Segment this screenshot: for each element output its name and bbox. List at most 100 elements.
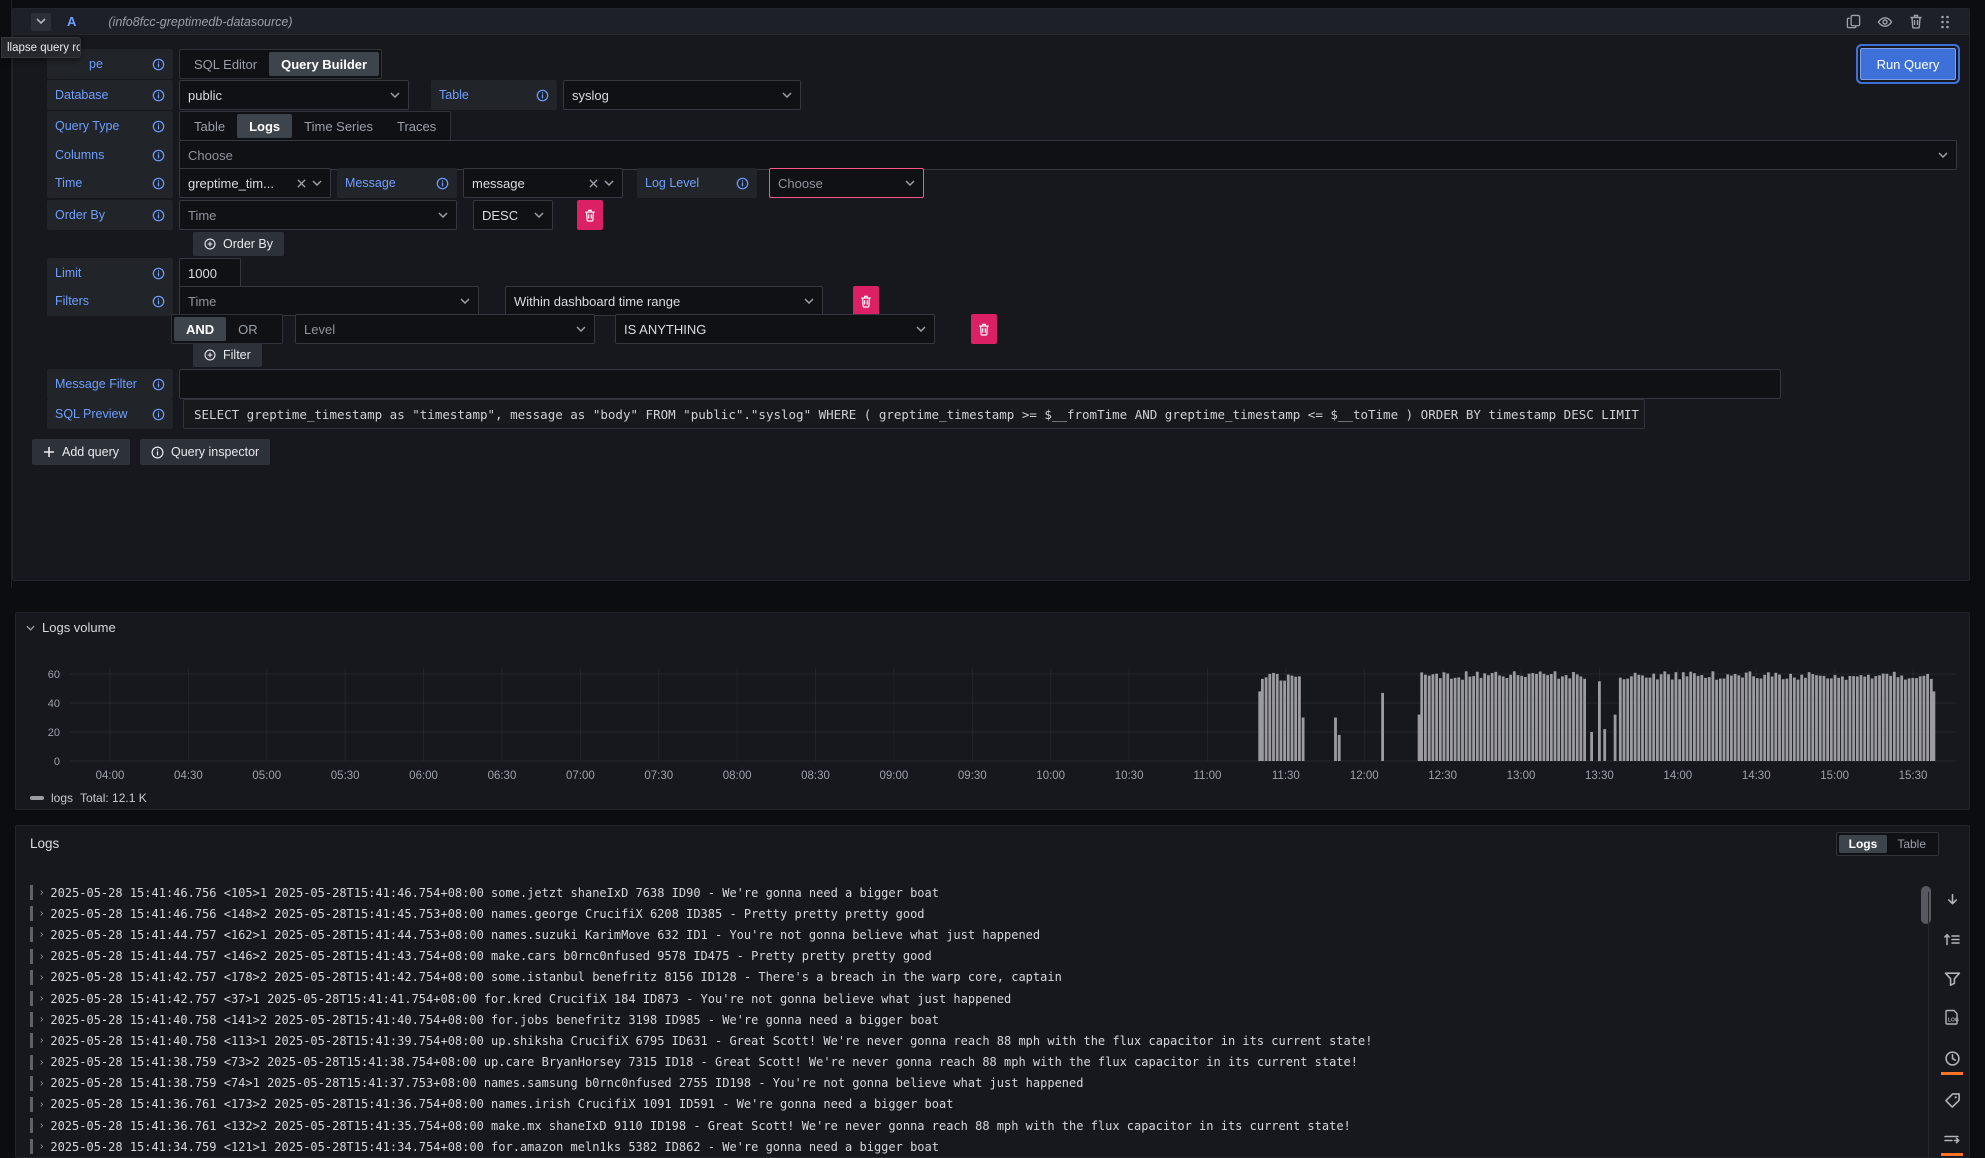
add-query-button[interactable]: Add query (32, 439, 130, 465)
tag-icon[interactable] (1941, 1092, 1963, 1114)
hide-response-eye-icon[interactable] (1877, 14, 1893, 30)
log-row[interactable]: ›2025-05-28 15:41:44.757 <146>2 2025-05-… (30, 946, 1909, 967)
editor-type-option-sql-editor[interactable]: SQL Editor (182, 52, 269, 76)
log-row[interactable]: ›2025-05-28 15:41:36.761 <173>2 2025-05-… (30, 1094, 1909, 1115)
logic-option-or[interactable]: OR (226, 317, 270, 341)
database-select[interactable]: public (179, 80, 409, 110)
info-icon[interactable] (152, 89, 165, 102)
sub-filter-field-select[interactable]: Level (295, 314, 595, 344)
columns-select[interactable]: Choose (179, 140, 1957, 170)
logs-view-option-table[interactable]: Table (1887, 835, 1936, 853)
expand-chevron-icon[interactable]: › (40, 1099, 43, 1110)
expand-chevron-icon[interactable]: › (40, 1014, 43, 1025)
message-label: Message (345, 176, 396, 190)
log-row[interactable]: ›2025-05-28 15:41:42.757 <178>2 2025-05-… (30, 967, 1909, 988)
chevron-down-icon (438, 212, 448, 218)
logs-view-option-logs[interactable]: Logs (1839, 835, 1888, 853)
remove-filter-trash-button[interactable] (853, 286, 879, 316)
filter-funnel-icon[interactable] (1941, 970, 1963, 992)
forward-list-icon[interactable] (1941, 1131, 1963, 1156)
expand-chevron-icon[interactable]: › (40, 1141, 43, 1152)
log-row[interactable]: ›2025-05-28 15:41:44.757 <162>1 2025-05-… (30, 924, 1909, 945)
info-icon[interactable] (152, 267, 165, 280)
log-row[interactable]: ›2025-05-28 15:41:46.756 <148>2 2025-05-… (30, 903, 1909, 924)
log-row[interactable]: ›2025-05-28 15:41:40.758 <141>2 2025-05-… (30, 1009, 1909, 1030)
log-row[interactable]: ›2025-05-28 15:41:46.756 <105>1 2025-05-… (30, 882, 1909, 903)
log-file-icon[interactable]: LOG (1941, 1009, 1963, 1033)
info-icon[interactable] (152, 177, 165, 190)
info-icon[interactable] (152, 209, 165, 222)
log-row[interactable]: ›2025-05-28 15:41:42.757 <37>1 2025-05-2… (30, 988, 1909, 1009)
order-by-direction-value: DESC (482, 208, 518, 223)
expand-chevron-icon[interactable]: › (40, 887, 43, 898)
log-level-bar (30, 1076, 33, 1091)
info-icon[interactable] (152, 58, 165, 71)
clear-x-icon[interactable] (589, 179, 598, 188)
order-by-direction-select[interactable]: DESC (473, 200, 553, 230)
collapse-chevron-icon (26, 625, 35, 631)
editor-type-option-query-builder[interactable]: Query Builder (269, 52, 379, 76)
time-field-select[interactable]: greptime_tim... (179, 168, 331, 198)
logs-volume-header[interactable]: Logs volume (26, 620, 116, 635)
info-icon[interactable] (436, 177, 449, 190)
order-by-field-select[interactable]: Time (179, 200, 457, 230)
svg-text:09:00: 09:00 (880, 770, 909, 782)
info-icon[interactable] (536, 89, 549, 102)
info-icon[interactable] (152, 378, 165, 391)
download-icon[interactable] (1941, 892, 1963, 914)
clear-x-icon[interactable] (297, 179, 306, 188)
log-row[interactable]: ›2025-05-28 15:41:38.759 <74>1 2025-05-2… (30, 1073, 1909, 1094)
expand-chevron-icon[interactable]: › (40, 1057, 43, 1068)
columns-label-chip: Columns (47, 140, 173, 170)
duplicate-query-icon[interactable] (1846, 14, 1861, 29)
query-type-option-logs[interactable]: Logs (237, 114, 292, 138)
limit-input[interactable] (179, 258, 241, 288)
query-type-option-time-series[interactable]: Time Series (292, 114, 385, 138)
log-row[interactable]: ›2025-05-28 15:41:38.759 <73>2 2025-05-2… (30, 1052, 1909, 1073)
filter-range-select[interactable]: Within dashboard time range (505, 286, 823, 316)
sort-list-icon[interactable] (1941, 931, 1963, 953)
log-level-select[interactable]: Choose (769, 168, 924, 198)
expand-chevron-icon[interactable]: › (40, 1035, 43, 1046)
query-inspector-button[interactable]: Query inspector (140, 439, 270, 465)
run-query-button[interactable]: Run Query (1860, 48, 1956, 80)
info-icon[interactable] (736, 177, 749, 190)
expand-chevron-icon[interactable]: › (40, 929, 43, 940)
clock-history-icon[interactable] (1941, 1050, 1963, 1075)
sql-preview-row: SQL Preview SELECT greptime_timestamp as… (47, 399, 1645, 429)
logic-option-and[interactable]: AND (174, 317, 226, 341)
log-row[interactable]: ›2025-05-28 15:41:34.759 <121>1 2025-05-… (30, 1136, 1909, 1157)
info-icon[interactable] (152, 149, 165, 162)
log-text: 2025-05-28 15:41:36.761 <132>2 2025-05-2… (50, 1119, 1350, 1133)
info-icon[interactable] (152, 120, 165, 133)
filter-field-select[interactable]: Time (179, 286, 479, 316)
drag-handle-icon[interactable] (1939, 14, 1951, 30)
table-select[interactable]: syslog (563, 80, 801, 110)
query-type-option-table[interactable]: Table (182, 114, 237, 138)
expand-chevron-icon[interactable]: › (40, 1120, 43, 1131)
remove-order-by-trash-button[interactable] (577, 200, 603, 230)
remove-query-trash-icon[interactable] (1909, 14, 1923, 29)
collapse-query-row-button[interactable] (31, 13, 51, 31)
message-filter-input[interactable] (179, 369, 1781, 399)
expand-chevron-icon[interactable]: › (40, 972, 43, 983)
log-row[interactable]: › 2025-05-28 15:41:36.761 <132>2 2025-05-… (30, 1115, 1909, 1136)
expand-chevron-icon[interactable]: › (40, 993, 43, 1004)
add-order-by-button[interactable]: Order By (193, 232, 284, 256)
chevron-down-icon (312, 180, 322, 186)
query-type-option-traces[interactable]: Traces (385, 114, 448, 138)
svg-text:20: 20 (48, 727, 60, 739)
log-row[interactable]: ›2025-05-28 15:41:40.758 <113>1 2025-05-… (30, 1030, 1909, 1051)
legend-series-label[interactable]: logs (51, 791, 73, 805)
message-field-select[interactable]: message (463, 168, 623, 198)
sub-filter-operator-select[interactable]: IS ANYTHING (615, 314, 935, 344)
expand-chevron-icon[interactable]: › (40, 1078, 43, 1089)
info-icon[interactable] (152, 295, 165, 308)
remove-sub-filter-trash-button[interactable] (971, 314, 997, 344)
expand-chevron-icon[interactable]: › (40, 951, 43, 962)
expand-chevron-icon[interactable]: › (40, 908, 43, 919)
add-filter-button[interactable]: Filter (193, 343, 262, 367)
svg-text:07:00: 07:00 (566, 770, 595, 782)
info-icon[interactable] (152, 408, 165, 421)
svg-text:11:30: 11:30 (1272, 770, 1300, 782)
